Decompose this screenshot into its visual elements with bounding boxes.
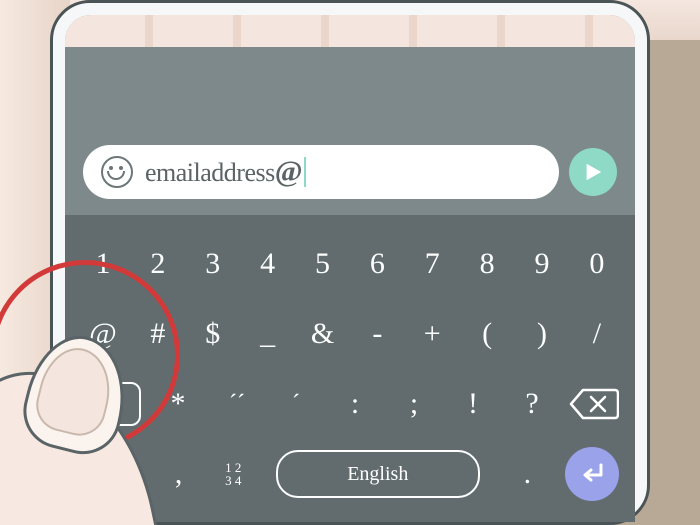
keyboard-row-2: @ # $ _ & - + ( ) / <box>81 303 619 365</box>
key-comma[interactable]: , <box>157 457 201 491</box>
key-0[interactable]: 0 <box>575 247 619 281</box>
key-exclaim[interactable]: ! <box>451 387 495 421</box>
key-double-accent[interactable]: ´´ <box>215 391 259 418</box>
key-semicolon[interactable]: ; <box>392 387 436 421</box>
enter-icon <box>577 459 607 489</box>
key-ampersand[interactable]: & <box>301 317 345 351</box>
message-input-row: emailaddress@ <box>83 145 617 199</box>
key-backspace[interactable] <box>569 386 619 422</box>
key-dash[interactable]: - <box>355 317 399 351</box>
key-4[interactable]: 4 <box>246 247 290 281</box>
key-2[interactable]: 2 <box>136 247 180 281</box>
message-text-field[interactable]: emailaddress@ <box>83 145 559 199</box>
key-spacebar[interactable]: English <box>276 450 480 498</box>
backspace-icon <box>569 386 619 422</box>
key-accent[interactable]: ´ <box>274 391 318 418</box>
key-7[interactable]: 7 <box>410 247 454 281</box>
keyboard-row-1: 1 2 3 4 5 6 7 8 9 0 <box>81 233 619 295</box>
key-8[interactable]: 8 <box>465 247 509 281</box>
typed-at-symbol: @ <box>275 155 302 188</box>
keyboard-row-4: ABC , 1 2 3 4 English . <box>81 443 619 505</box>
key-1[interactable]: 1 <box>81 247 125 281</box>
typed-prefix: emailaddress <box>145 158 275 187</box>
key-5[interactable]: 5 <box>301 247 345 281</box>
text-cursor <box>304 157 306 187</box>
key-dollar[interactable]: $ <box>191 317 235 351</box>
key-underscore[interactable]: _ <box>246 317 290 351</box>
key-paren-close[interactable]: ) <box>520 317 564 351</box>
emoji-icon[interactable] <box>101 156 133 188</box>
send-icon <box>582 161 604 183</box>
keyboard-row-3: =\< * ´´ ´ : ; ! ? <box>81 373 619 435</box>
key-colon[interactable]: : <box>333 387 377 421</box>
thumb-illustration <box>0 330 150 525</box>
keyboard: 1 2 3 4 5 6 7 8 9 0 @ # $ _ & - <box>65 215 635 522</box>
key-question[interactable]: ? <box>510 387 554 421</box>
app-top-strip <box>65 15 635 47</box>
key-3[interactable]: 3 <box>191 247 235 281</box>
key-period[interactable]: . <box>505 457 549 491</box>
key-6[interactable]: 6 <box>355 247 399 281</box>
key-9[interactable]: 9 <box>520 247 564 281</box>
key-num-toggle[interactable]: 1 2 3 4 <box>216 461 250 487</box>
key-asterisk[interactable]: * <box>156 387 200 421</box>
key-plus[interactable]: + <box>410 317 454 351</box>
send-button[interactable] <box>569 148 617 196</box>
key-enter[interactable] <box>565 447 619 501</box>
numtoggle-bot: 3 4 <box>225 473 241 488</box>
phone-screen: emailaddress@ 1 2 3 4 5 6 7 8 9 <box>65 15 635 522</box>
key-paren-open[interactable]: ( <box>465 317 509 351</box>
key-slash[interactable]: / <box>575 317 619 351</box>
typed-text: emailaddress@ <box>145 155 306 189</box>
